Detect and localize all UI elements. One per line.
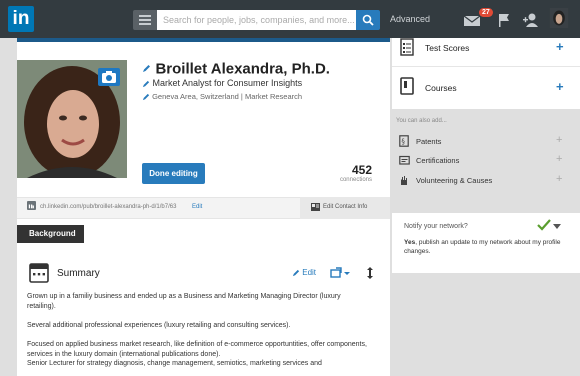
add-volunteering-button[interactable]: + xyxy=(556,173,562,185)
summary-paragraph-3: Focused on applied business market resea… xyxy=(27,341,367,358)
volunteering-label[interactable]: Volunteering & Causes xyxy=(416,176,492,185)
change-photo-button[interactable] xyxy=(98,68,120,86)
certifications-label[interactable]: Certifications xyxy=(416,156,459,165)
add-test-scores-button[interactable]: + xyxy=(556,39,564,54)
test-scores-icon xyxy=(400,38,414,56)
connections-label: connections xyxy=(339,177,372,183)
summary-paragraph-1: Grown up in a familiy business and ended… xyxy=(27,293,341,310)
done-editing-button[interactable]: Done editing xyxy=(142,163,205,184)
summary-paragraph-2: Several additional professional experien… xyxy=(27,322,291,329)
summary-edit-link[interactable]: Edit xyxy=(292,268,316,277)
courses-label[interactable]: Courses xyxy=(425,83,457,93)
add-patents-button[interactable]: + xyxy=(556,134,562,146)
camera-icon xyxy=(102,71,116,83)
edit-headline-pencil-icon[interactable] xyxy=(142,80,150,88)
search-category-button[interactable] xyxy=(133,10,157,30)
profile-name-row: Broillet Alexandra, Ph.D. xyxy=(142,60,330,78)
add-media-dropdown-icon[interactable] xyxy=(330,267,352,279)
search-button[interactable] xyxy=(356,10,380,30)
also-add-label: You can also add... xyxy=(396,118,447,124)
location-separator: | xyxy=(240,92,243,101)
edit-url-link[interactable]: Edit xyxy=(192,204,202,210)
advanced-search-link[interactable]: Advanced xyxy=(390,14,430,24)
chevron-down-icon[interactable] xyxy=(553,224,561,230)
notify-network-title: Notify your network? xyxy=(404,223,468,230)
flag-icon[interactable] xyxy=(496,10,512,30)
connections-count: 452 xyxy=(351,163,372,177)
notify-yes: Yes xyxy=(404,239,416,246)
patents-icon: § xyxy=(399,135,409,147)
summary-edit-label: Edit xyxy=(302,268,317,277)
courses-icon xyxy=(400,77,414,95)
profile-industry: Market Research xyxy=(244,92,303,101)
checkmark-icon[interactable] xyxy=(537,219,551,231)
background-tab[interactable]: Background xyxy=(17,225,84,243)
add-courses-button[interactable]: + xyxy=(556,79,564,94)
profile-headline-row: Market Analyst for Consumer Insights xyxy=(142,78,302,88)
search-icon xyxy=(362,14,374,26)
edit-name-pencil-icon[interactable] xyxy=(142,64,151,73)
volunteering-hand-icon xyxy=(401,176,407,185)
profile-location: Geneva Area, Switzerland xyxy=(152,92,239,101)
contact-card-icon xyxy=(311,203,320,211)
menu-icon xyxy=(139,15,151,25)
profile-avatar-icon[interactable] xyxy=(548,8,570,28)
summary-title: Summary xyxy=(57,268,100,279)
summary-icon xyxy=(29,263,49,283)
certifications-icon xyxy=(399,155,410,165)
linkedin-small-icon xyxy=(27,201,36,210)
profile-location-row: Geneva Area, Switzerland | Market Resear… xyxy=(142,92,302,101)
profile-header-strip xyxy=(17,38,390,42)
add-connection-icon[interactable] xyxy=(522,10,540,30)
notify-description: , publish an update to my network about … xyxy=(404,239,561,255)
linkedin-logo[interactable]: in xyxy=(8,6,34,32)
reorder-section-icon[interactable] xyxy=(366,267,374,279)
notify-network-text: Yes, publish an update to my network abo… xyxy=(404,238,564,256)
summary-paragraph-4: Senior Lecturer for strategy diagnosis, … xyxy=(27,360,322,367)
test-scores-label[interactable]: Test Scores xyxy=(425,43,469,53)
public-profile-url[interactable]: ch.linkedin.com/pub/broillet-alexandra-p… xyxy=(40,204,176,210)
patents-label[interactable]: Patents xyxy=(416,137,441,146)
add-certifications-button[interactable]: + xyxy=(556,153,562,165)
add-sections-card xyxy=(392,38,580,109)
search-input[interactable] xyxy=(157,10,356,30)
edit-contact-info-label: Edit Contact Info xyxy=(323,204,368,210)
profile-name: Broillet Alexandra, Ph.D. xyxy=(155,60,330,78)
messages-badge: 27 xyxy=(479,8,493,17)
svg-text:§: § xyxy=(401,138,405,146)
summary-edit-pencil-icon xyxy=(292,269,300,277)
sidebar-divider xyxy=(392,66,580,67)
edit-location-pencil-icon[interactable] xyxy=(142,93,150,101)
profile-headline: Market Analyst for Consumer Insights xyxy=(152,78,303,88)
